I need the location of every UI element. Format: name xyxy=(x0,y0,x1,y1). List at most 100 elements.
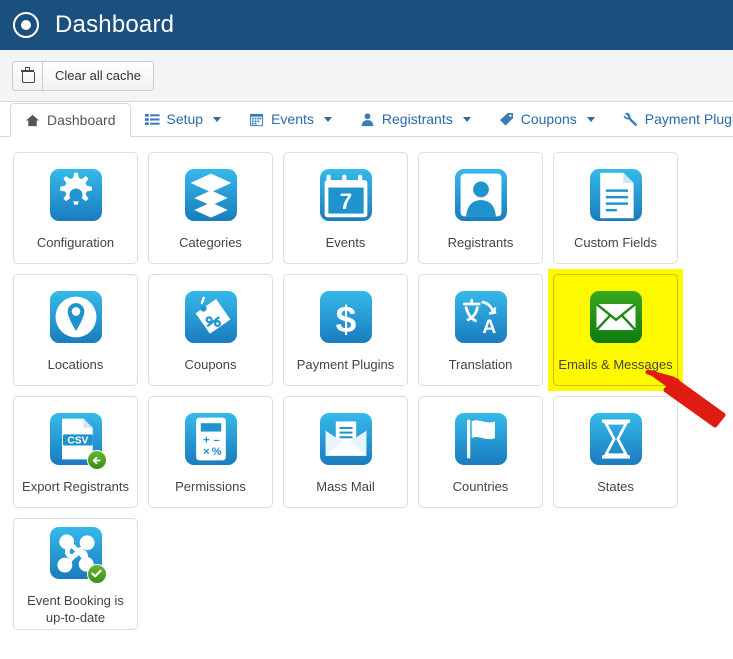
trash-icon xyxy=(22,69,33,82)
tile-cell: Mass Mail xyxy=(278,391,413,513)
tile-cell-highlighted: Emails & Messages xyxy=(548,269,683,391)
svg-text:×: × xyxy=(203,446,210,458)
tab-label: Dashboard xyxy=(47,112,116,128)
tile-cell: $ Payment Plugins xyxy=(278,269,413,391)
svg-text:A: A xyxy=(482,316,496,338)
translate-icon: A xyxy=(455,291,507,343)
tile-label: Coupons xyxy=(181,356,239,373)
svg-text:7: 7 xyxy=(339,189,351,214)
chevron-down-icon xyxy=(463,117,471,122)
tab-dashboard[interactable]: Dashboard xyxy=(10,103,131,137)
clear-all-cache-button[interactable]: Clear all cache xyxy=(42,61,154,91)
tile-states[interactable]: States xyxy=(553,396,678,508)
tile-cell: Categories xyxy=(143,147,278,269)
check-badge-icon xyxy=(87,564,107,584)
tile-label: Countries xyxy=(450,478,512,495)
tab-registrants[interactable]: Registrants xyxy=(346,102,485,136)
tile-permissions[interactable]: +–×% Permissions xyxy=(148,396,273,508)
arrow-badge-icon xyxy=(87,450,107,470)
tile-label: Permissions xyxy=(172,478,249,495)
tile-label: Emails & Messages xyxy=(555,356,675,373)
tile-label: Configuration xyxy=(34,234,117,251)
chevron-down-icon xyxy=(587,117,595,122)
page-title: Dashboard xyxy=(55,11,174,39)
tile-cell: Configuration xyxy=(8,147,143,269)
tab-label: Payment Plugins xyxy=(645,111,733,127)
page-header: Dashboard xyxy=(0,0,733,50)
svg-text:%: % xyxy=(211,446,221,458)
tile-label: Export Registrants xyxy=(19,478,132,495)
tile-export-registrants[interactable]: CSV Export Registrants xyxy=(13,396,138,508)
dollar-icon: $ xyxy=(320,291,372,343)
price-tag-icon xyxy=(185,291,237,343)
clear-cache-button-group[interactable]: Clear all cache xyxy=(12,61,154,91)
tile-cell: Locations xyxy=(8,269,143,391)
tile-translation[interactable]: ATranslation xyxy=(418,274,543,386)
tile-events[interactable]: 7 Events xyxy=(283,152,408,264)
tile-cell: 7 Events xyxy=(278,147,413,269)
tile-cell: +–×% Permissions xyxy=(143,391,278,513)
nav-tabs: Dashboard Setup Events Registrants Coupons Pa… xyxy=(0,102,733,137)
svg-text:$: $ xyxy=(335,298,356,340)
user-card-icon xyxy=(455,169,507,221)
chevron-down-icon xyxy=(324,117,332,122)
tab-events[interactable]: Events xyxy=(235,102,346,136)
tile-cell: Registrants xyxy=(413,147,548,269)
tile-cell: ATranslation xyxy=(413,269,548,391)
envelope-icon xyxy=(590,291,642,343)
tab-label: Events xyxy=(271,111,314,127)
mass-mail-icon xyxy=(320,413,372,465)
flag-icon xyxy=(455,413,507,465)
tab-coupons[interactable]: Coupons xyxy=(485,102,609,136)
tile-configuration[interactable]: Configuration xyxy=(13,152,138,264)
tab-label: Setup xyxy=(167,111,204,127)
wrench-icon xyxy=(623,112,638,127)
tile-locations[interactable]: Locations xyxy=(13,274,138,386)
list-icon xyxy=(145,112,160,127)
tile-cell: Event Booking is up-to-date xyxy=(8,513,143,635)
tab-payment-plugins[interactable]: Payment Plugins xyxy=(609,102,733,136)
tile-registrants[interactable]: Registrants xyxy=(418,152,543,264)
tile-label: Registrants xyxy=(445,234,517,251)
tile-mass-mail[interactable]: Mass Mail xyxy=(283,396,408,508)
tile-label: Categories xyxy=(176,234,245,251)
map-pin-icon xyxy=(50,291,102,343)
tile-coupons[interactable]: Coupons xyxy=(148,274,273,386)
tile-cell: Countries xyxy=(413,391,548,513)
tag-icon xyxy=(499,112,514,127)
layers-icon xyxy=(185,169,237,221)
tile-countries[interactable]: Countries xyxy=(418,396,543,508)
trash-icon-button[interactable] xyxy=(12,61,42,91)
tile-label: Event Booking is up-to-date xyxy=(14,592,137,626)
svg-text:+: + xyxy=(203,435,210,447)
tile-label: States xyxy=(594,478,637,495)
target-dot-icon xyxy=(13,12,39,38)
user-icon xyxy=(360,112,375,127)
gear-icon xyxy=(50,169,102,221)
toolbar: Clear all cache xyxy=(0,50,733,102)
tile-label: Locations xyxy=(45,356,107,373)
tile-custom-fields[interactable]: Custom Fields xyxy=(553,152,678,264)
chevron-down-icon xyxy=(213,117,221,122)
home-icon xyxy=(25,113,40,128)
tile-label: Mass Mail xyxy=(313,478,378,495)
tile-event-booking-is-up-to-date[interactable]: Event Booking is up-to-date xyxy=(13,518,138,630)
tile-cell: Custom Fields xyxy=(548,147,683,269)
tile-cell: States xyxy=(548,391,683,513)
tile-label: Events xyxy=(323,234,369,251)
tile-cell: CSV Export Registrants xyxy=(8,391,143,513)
hourglass-icon xyxy=(590,413,642,465)
svg-text:CSV: CSV xyxy=(67,436,88,447)
joomla-icon xyxy=(50,527,102,579)
tile-label: Payment Plugins xyxy=(294,356,398,373)
document-icon xyxy=(590,169,642,221)
tab-label: Coupons xyxy=(521,111,577,127)
tab-setup[interactable]: Setup xyxy=(131,102,236,136)
tile-label: Custom Fields xyxy=(571,234,660,251)
calculator-icon: +–×% xyxy=(185,413,237,465)
csv-export-icon: CSV xyxy=(50,413,102,465)
tile-cell: Coupons xyxy=(143,269,278,391)
tile-payment-plugins[interactable]: $ Payment Plugins xyxy=(283,274,408,386)
tile-categories[interactable]: Categories xyxy=(148,152,273,264)
tile-emails-messages[interactable]: Emails & Messages xyxy=(553,274,678,386)
